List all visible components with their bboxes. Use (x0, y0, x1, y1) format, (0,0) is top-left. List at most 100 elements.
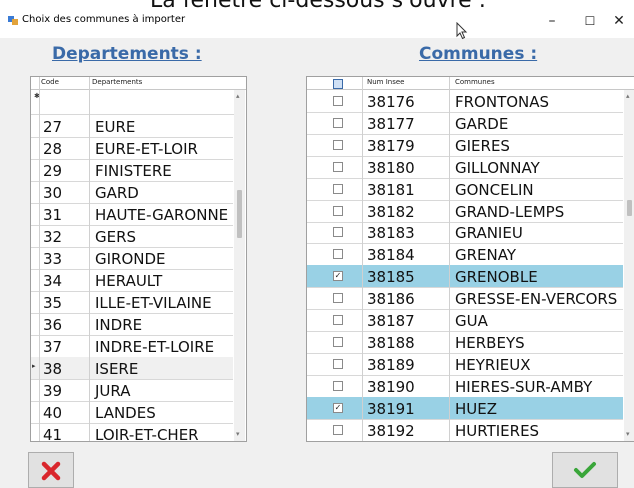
cell-departement[interactable]: FINISTERE (95, 162, 172, 180)
table-row[interactable]: 38187 GUA (307, 309, 623, 332)
cell-code[interactable]: 37 (43, 338, 62, 356)
scroll-down-icon[interactable]: ▾ (236, 430, 240, 438)
row-checkbox[interactable] (333, 249, 343, 260)
communes-scroll-thumb[interactable] (627, 200, 632, 216)
row-checkbox[interactable] (333, 139, 343, 150)
cell-departement[interactable]: LANDES (95, 404, 156, 422)
cell-commune[interactable]: HERBEYS (455, 334, 525, 352)
cell-commune[interactable]: GRAND-LEMPS (455, 203, 564, 221)
cell-commune[interactable]: HIERES-SUR-AMBY (455, 378, 592, 396)
cell-code[interactable]: 38 (43, 360, 62, 378)
cell-commune[interactable]: GUA (455, 312, 488, 330)
cell-code[interactable]: 33 (43, 250, 62, 268)
table-row[interactable]: 38176 FRONTONAS (307, 90, 623, 113)
table-row[interactable]: 28 EURE-ET-LOIR (31, 137, 233, 160)
table-row[interactable]: 38181 GONCELIN (307, 178, 623, 201)
close-button[interactable]: ✕ (604, 8, 634, 34)
new-row[interactable]: ✱ (31, 90, 236, 115)
table-row[interactable]: 34 HERAULT (31, 269, 233, 292)
minimize-button[interactable]: – (532, 8, 572, 34)
cancel-button[interactable] (28, 452, 74, 488)
cell-commune[interactable]: FRONTONAS (455, 93, 549, 111)
cell-num-insee[interactable]: 38182 (367, 203, 415, 221)
row-checkbox[interactable] (333, 161, 343, 172)
departements-scroll-thumb[interactable] (237, 190, 242, 238)
table-row[interactable]: ✓ 38191 HUEZ (307, 396, 623, 420)
cell-code[interactable]: 31 (43, 206, 62, 224)
cell-code[interactable]: 36 (43, 316, 62, 334)
cell-num-insee[interactable]: 38184 (367, 246, 415, 264)
cell-num-insee[interactable]: 38188 (367, 334, 415, 352)
cell-departement[interactable]: EURE-ET-LOIR (95, 140, 198, 158)
table-row[interactable]: 38189 HEYRIEUX (307, 353, 623, 376)
table-row[interactable]: 38180 GILLONNAY (307, 156, 623, 179)
row-checkbox[interactable]: ✓ (333, 402, 343, 413)
cell-departement[interactable]: GERS (95, 228, 136, 246)
cell-code[interactable]: 27 (43, 118, 62, 136)
cell-departement[interactable]: INDRE-ET-LOIRE (95, 338, 214, 356)
confirm-button[interactable] (552, 452, 618, 488)
cell-code[interactable]: 30 (43, 184, 62, 202)
cell-departement[interactable]: ISERE (95, 360, 138, 378)
table-row[interactable]: 31 HAUTE-GARONNE (31, 203, 233, 226)
departements-scrollbar[interactable]: ▴ ▾ (234, 90, 245, 441)
cell-commune[interactable]: GONCELIN (455, 181, 534, 199)
cell-departement[interactable]: JURA (95, 382, 130, 400)
row-checkbox[interactable] (333, 336, 343, 347)
cell-num-insee[interactable]: 38185 (367, 268, 415, 286)
cell-departement[interactable]: GARD (95, 184, 139, 202)
cell-departement[interactable]: LOIR-ET-CHER (95, 426, 199, 441)
cell-departement[interactable]: ILLE-ET-VILAINE (95, 294, 212, 312)
table-row[interactable]: 40 LANDES (31, 401, 233, 424)
table-row[interactable]: ✓ 38185 GRENOBLE (307, 265, 623, 289)
cell-departement[interactable]: GIRONDE (95, 250, 166, 268)
header-num-insee[interactable]: Num Insee (367, 78, 404, 86)
table-row[interactable]: 36 INDRE (31, 313, 233, 336)
table-row[interactable]: 37 INDRE-ET-LOIRE (31, 335, 233, 358)
cell-num-insee[interactable]: 38183 (367, 224, 415, 242)
table-row[interactable]: 38186 GRESSE-EN-VERCORS (307, 287, 623, 311)
row-checkbox[interactable] (333, 315, 343, 325)
table-row[interactable]: 38177 GARDE (307, 112, 623, 135)
table-row[interactable]: ▸ 38 ISERE (31, 357, 233, 380)
row-checkbox[interactable] (333, 227, 343, 238)
row-checkbox[interactable] (333, 117, 343, 128)
table-row[interactable]: 29 FINISTERE (31, 159, 233, 182)
table-row[interactable]: 38192 HURTIERES (307, 419, 623, 441)
row-checkbox[interactable] (333, 96, 343, 106)
cell-num-insee[interactable]: 38181 (367, 181, 415, 199)
cell-departement[interactable]: INDRE (95, 316, 142, 334)
cell-num-insee[interactable]: 38189 (367, 356, 415, 374)
table-row[interactable]: 38179 GIERES (307, 134, 623, 157)
cell-num-insee[interactable]: 38176 (367, 93, 415, 111)
header-code[interactable]: Code (41, 78, 59, 86)
cell-code[interactable]: 35 (43, 294, 62, 312)
table-row[interactable]: 33 GIRONDE (31, 247, 233, 270)
row-checkbox[interactable] (333, 293, 343, 304)
table-row[interactable]: 27 EURE (31, 115, 233, 138)
cell-commune[interactable]: GILLONNAY (455, 159, 540, 177)
cell-code[interactable]: 41 (43, 426, 62, 441)
cell-num-insee[interactable]: 38180 (367, 159, 415, 177)
cell-code[interactable]: 32 (43, 228, 62, 246)
scroll-up-icon[interactable]: ▴ (236, 92, 240, 100)
cell-num-insee[interactable]: 38179 (367, 137, 415, 155)
cell-code[interactable]: 28 (43, 140, 62, 158)
cell-commune[interactable]: GIERES (455, 137, 510, 155)
cell-departement[interactable]: EURE (95, 118, 135, 136)
cell-commune[interactable]: GRESSE-EN-VERCORS (455, 290, 617, 308)
table-row[interactable]: 38188 HERBEYS (307, 331, 623, 354)
table-row[interactable]: 32 GERS (31, 225, 233, 248)
cell-commune[interactable]: GARDE (455, 115, 508, 133)
row-checkbox[interactable] (333, 358, 343, 369)
table-row[interactable]: 30 GARD (31, 181, 233, 204)
row-checkbox[interactable] (333, 380, 343, 391)
row-checkbox[interactable] (333, 424, 343, 435)
table-row[interactable]: 38182 GRAND-LEMPS (307, 200, 623, 223)
row-checkbox[interactable] (333, 183, 343, 194)
cell-code[interactable]: 34 (43, 272, 62, 290)
cell-commune[interactable]: GRENOBLE (455, 268, 538, 286)
cell-num-insee[interactable]: 38177 (367, 115, 415, 133)
communes-grid[interactable]: Num Insee Communes 38176 FRONTONAS 38177 GA… (306, 76, 634, 442)
cell-num-insee[interactable]: 38192 (367, 422, 415, 440)
